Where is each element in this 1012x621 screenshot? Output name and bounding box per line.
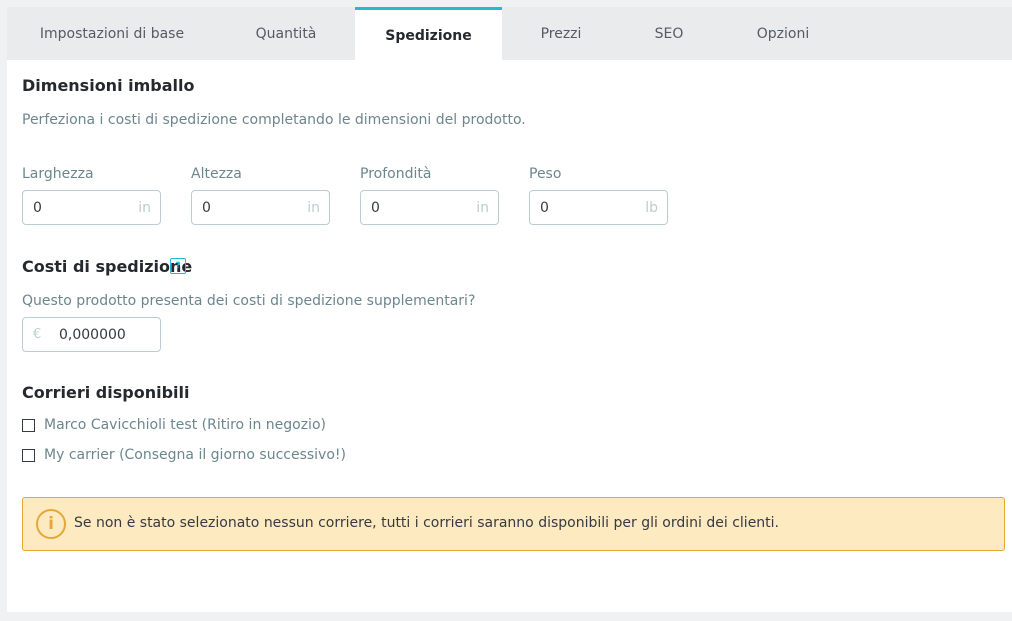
- height-field[interactable]: in: [191, 190, 330, 225]
- package-dimensions-heading: Dimensioni imballo: [22, 76, 195, 95]
- alert-message: Se non è stato selezionato nessun corrie…: [74, 515, 780, 531]
- shipping-costs-heading: Costi di spedizione: [22, 257, 193, 276]
- depth-unit: in: [476, 200, 489, 216]
- depth-field[interactable]: in: [360, 190, 499, 225]
- tab-bar: Impostazioni di base Quantità Spedizione…: [7, 7, 1012, 61]
- width-label: Larghezza: [22, 166, 94, 182]
- info-icon: i: [36, 509, 66, 539]
- carrier-warning-alert: i Se non è stato selezionato nessun corr…: [22, 497, 1005, 551]
- carrier-label: My carrier (Consegna il giorno successiv…: [44, 447, 346, 463]
- help-icon[interactable]: ?: [170, 258, 186, 274]
- tab-shipping[interactable]: Spedizione: [355, 7, 502, 61]
- carrier-checkbox[interactable]: [22, 418, 35, 432]
- available-carriers-heading: Corrieri disponibili: [22, 383, 190, 402]
- tab-options[interactable]: Opzioni: [718, 7, 848, 60]
- additional-shipping-cost-field[interactable]: €: [22, 317, 161, 352]
- height-unit: in: [307, 200, 320, 216]
- weight-unit: lb: [645, 200, 658, 216]
- tab-seo[interactable]: SEO: [620, 7, 718, 60]
- tab-pricing[interactable]: Prezzi: [502, 7, 620, 60]
- carrier-option-my-carrier[interactable]: My carrier (Consegna il giorno successiv…: [22, 447, 346, 463]
- carrier-option-store-pickup[interactable]: Marco Cavicchioli test (Ritiro in negozi…: [22, 417, 326, 433]
- tab-basic-settings[interactable]: Impostazioni di base: [7, 7, 217, 60]
- additional-shipping-cost-input[interactable]: [23, 318, 160, 351]
- package-dimensions-description: Perfeziona i costi di spedizione complet…: [22, 112, 526, 128]
- shipping-panel: Dimensioni imballo Perfeziona i costi di…: [7, 60, 1012, 612]
- width-unit: in: [138, 200, 151, 216]
- depth-label: Profondità: [360, 166, 432, 182]
- tab-quantity[interactable]: Quantità: [217, 7, 355, 60]
- shipping-costs-question: Questo prodotto presenta dei costi di sp…: [22, 293, 476, 309]
- width-field[interactable]: in: [22, 190, 161, 225]
- weight-field[interactable]: lb: [529, 190, 668, 225]
- weight-label: Peso: [529, 166, 562, 182]
- carrier-label: Marco Cavicchioli test (Ritiro in negozi…: [44, 417, 326, 433]
- carrier-checkbox[interactable]: [22, 448, 35, 462]
- height-label: Altezza: [191, 166, 242, 182]
